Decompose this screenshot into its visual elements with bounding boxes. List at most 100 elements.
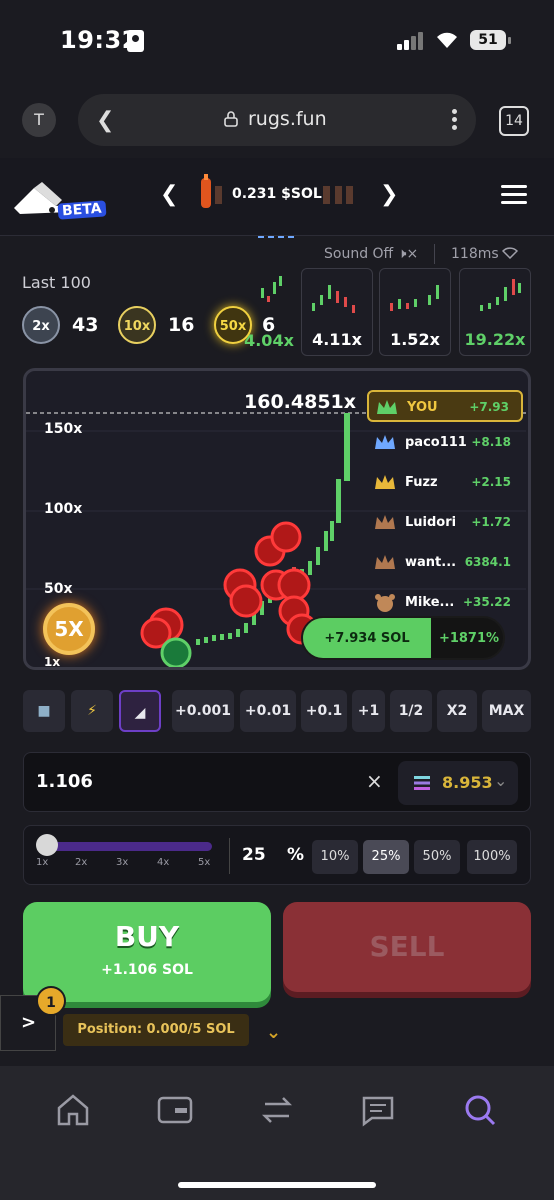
status-bar: 19:32 51	[0, 0, 554, 80]
price-chart: 150x 100x 50x 1x 160.4851x YOU +7.93 pac…	[23, 368, 531, 670]
leverage-slider-track[interactable]	[38, 842, 212, 851]
slider-tick: 1x	[36, 857, 49, 868]
add-0001-button[interactable]: +0.001	[172, 690, 234, 732]
count-10x: 16	[168, 314, 195, 336]
bear-icon	[375, 594, 395, 612]
add-1-button[interactable]: +1	[352, 690, 385, 732]
percent-50-button[interactable]: 50%	[414, 840, 460, 874]
slider-tick: 4x	[157, 857, 170, 868]
mini-chart	[480, 279, 521, 311]
speaker-muted-icon: 🕨×	[397, 246, 419, 262]
back-icon[interactable]: ❮	[96, 108, 114, 133]
leaderboard-row[interactable]: paco111 +8.18	[367, 427, 523, 459]
player-name: Fuzz	[405, 475, 438, 490]
percent-100-button[interactable]: 100%	[467, 840, 517, 874]
buy-label: BUY	[114, 920, 180, 953]
add-001-button[interactable]: +0.01	[240, 690, 296, 732]
divider	[229, 838, 230, 874]
tabs-count-button[interactable]: 14	[499, 106, 529, 136]
y-label-150: 150x	[44, 421, 83, 437]
latency-label: 118ms	[451, 246, 499, 262]
expand-chevron-icon[interactable]: ⌄	[266, 1022, 281, 1043]
lightning-button[interactable]: ⚡	[71, 690, 113, 732]
sell-label: SELL	[369, 930, 445, 963]
player-name: want...	[405, 555, 457, 570]
leaderboard-row-you[interactable]: YOU +7.93	[367, 390, 523, 422]
player-pnl: 6384.1	[464, 555, 511, 569]
buy-amount: +1.106 SOL	[101, 962, 193, 978]
count-2x: 43	[72, 314, 99, 336]
percent-25-button[interactable]: 25%	[363, 840, 409, 874]
url-text[interactable]: rugs.fun	[248, 108, 327, 130]
next-game-button[interactable]: ❯	[380, 182, 398, 207]
chevron-right-icon: >	[21, 1012, 37, 1033]
balance-value: 8.953	[442, 773, 493, 792]
max-button[interactable]: MAX	[482, 690, 531, 732]
page-dots	[258, 224, 298, 238]
search-icon[interactable]	[460, 1092, 500, 1128]
solana-icon	[414, 776, 430, 790]
divider	[434, 244, 435, 264]
pnl-pill: +7.934 SOL +1871%	[301, 616, 505, 660]
crown-icon	[375, 475, 395, 489]
mini-chart	[261, 276, 282, 302]
swap-icon[interactable]	[257, 1092, 297, 1128]
leaderboard-row[interactable]: Luidori +1.72	[367, 507, 523, 539]
bot-button[interactable]: ■	[23, 690, 65, 732]
slider-tick: 2x	[75, 857, 88, 868]
address-bar[interactable]: ❮ rugs.fun	[78, 94, 476, 146]
chevron-down-icon: ⌄	[494, 771, 508, 790]
sell-button[interactable]: SELL	[283, 902, 531, 992]
browser-bar: T ❮ rugs.fun 14	[0, 80, 554, 158]
amount-input[interactable]: 1.106 × 8.953 ⌄	[23, 752, 531, 812]
leaderboard-row[interactable]: want... 6384.1	[367, 547, 523, 579]
position-label: Position: 0.000/5 SOL	[63, 1014, 249, 1046]
recent-game-3-label: 1.52x	[390, 330, 440, 349]
double-button[interactable]: X2	[437, 690, 477, 732]
wallet-icon[interactable]	[155, 1092, 195, 1128]
player-pnl: +35.22	[462, 595, 511, 609]
recent-game-1[interactable]: 4.04x	[223, 268, 295, 356]
chart-mode-button[interactable]: ◢	[119, 690, 161, 732]
leverage-slider-knob[interactable]	[36, 834, 58, 856]
more-menu-icon[interactable]	[452, 106, 458, 134]
balance-selector[interactable]: 8.953 ⌄	[398, 761, 518, 805]
player-pnl: +2.15	[471, 475, 511, 489]
chat-icon[interactable]	[358, 1092, 398, 1128]
robot-icon: ■	[37, 703, 51, 719]
amount-value[interactable]: 1.106	[36, 771, 93, 792]
peak-multiplier: 160.4851x	[244, 391, 357, 413]
recent-game-2[interactable]: 4.11x	[301, 268, 373, 356]
crown-icon	[377, 400, 397, 414]
add-01-button[interactable]: +0.1	[301, 690, 347, 732]
home-icon[interactable]	[53, 1092, 93, 1128]
leverage-slider-box: 1x 2x 3x 4x 5x 25 % 10% 25% 50% 100%	[23, 825, 531, 885]
mini-chart	[312, 285, 355, 313]
buy-button[interactable]: BUY +1.106 SOL	[23, 902, 271, 1002]
leaderboard-row[interactable]: Fuzz +2.15	[367, 467, 523, 499]
pnl-sol: +7.934 SOL	[303, 618, 431, 658]
connection-icon	[502, 247, 518, 259]
prev-game-button[interactable]: ❮	[160, 182, 178, 207]
profile-avatar[interactable]: T	[22, 103, 56, 137]
chart-icon: ◢	[134, 705, 146, 721]
player-pnl: +8.18	[471, 435, 511, 449]
menu-icon[interactable]	[501, 185, 527, 205]
percent-10-button[interactable]: 10%	[312, 840, 358, 874]
player-name: Luidori	[405, 515, 457, 530]
cellular-signal-icon	[397, 30, 427, 50]
leaderboard-row[interactable]: Mike... +35.22	[367, 587, 523, 619]
y-label-50: 50x	[44, 581, 73, 597]
recent-game-3[interactable]: 1.52x	[379, 268, 451, 356]
recent-game-4[interactable]: 19.22x	[459, 268, 531, 356]
sound-toggle[interactable]: Sound Off 🕨×	[324, 246, 418, 262]
beta-badge: BETA	[57, 200, 107, 220]
half-button[interactable]: 1/2	[390, 690, 432, 732]
price-label: 0.231 $SOL	[232, 186, 322, 202]
id-card-icon	[127, 30, 144, 52]
pnl-percent: +1871%	[431, 618, 503, 658]
lock-icon	[224, 111, 238, 127]
badge-10x: 10x	[118, 306, 156, 344]
percent-value: 25	[242, 845, 266, 865]
clear-icon[interactable]: ×	[366, 769, 383, 793]
